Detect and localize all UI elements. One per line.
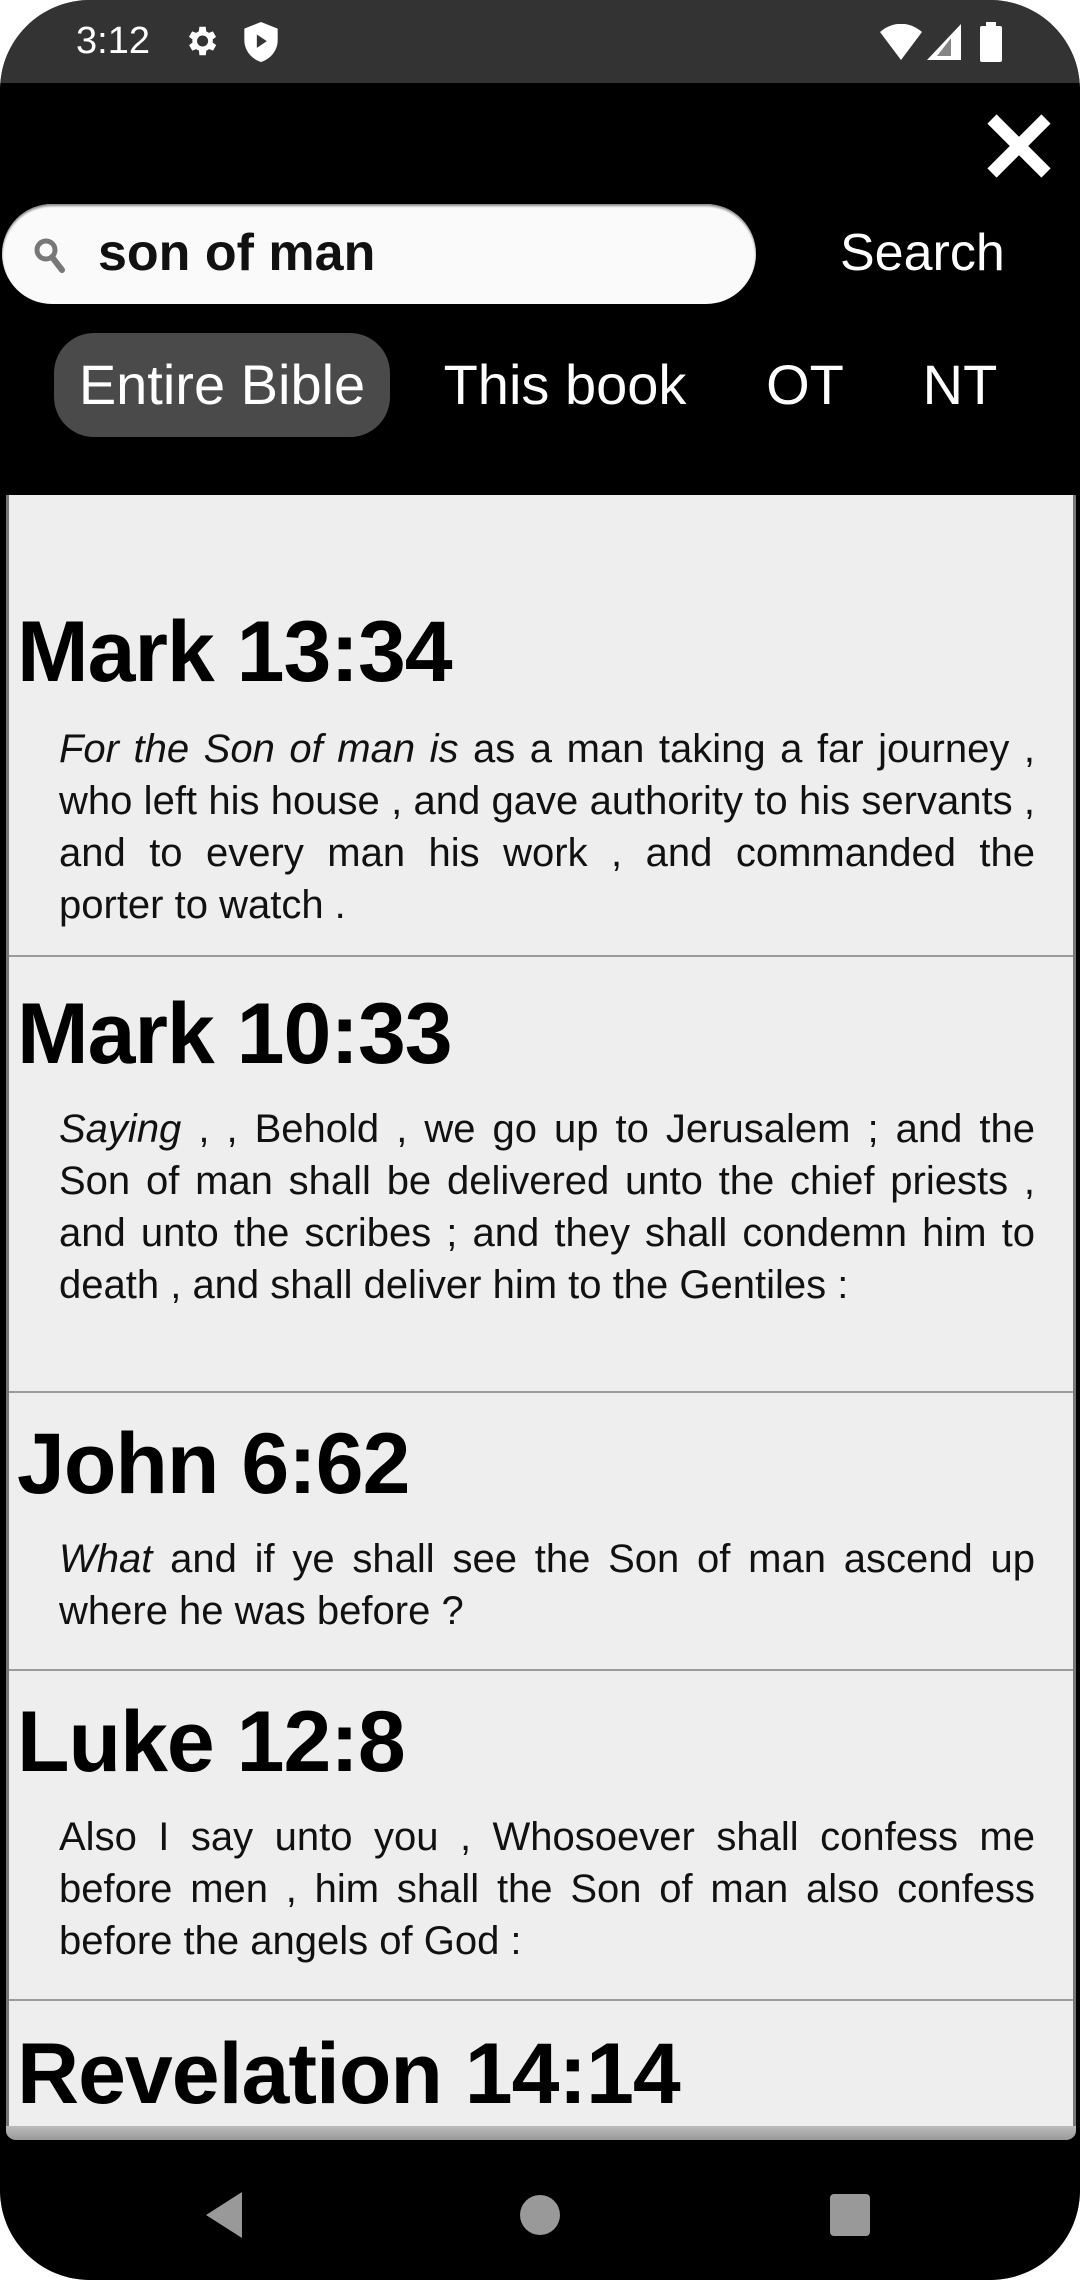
recents-icon[interactable] xyxy=(830,2194,870,2241)
scope-nt[interactable]: NT xyxy=(900,333,1020,437)
phone-screen: 3:12 Search Entire xyxy=(0,0,1080,2280)
status-bar: 3:12 xyxy=(0,0,1080,83)
search-field[interactable] xyxy=(2,204,756,304)
search-input[interactable] xyxy=(98,224,718,282)
verse-body: and if ye shall see the Son of man ascen… xyxy=(59,1537,1035,1633)
gear-icon xyxy=(182,22,220,65)
verse-italic-lead: What xyxy=(59,1537,153,1581)
verse-body: , , Behold , we go up to Jerusalem ; and… xyxy=(59,1107,1035,1307)
home-icon[interactable] xyxy=(519,2194,561,2241)
result-item[interactable]: Luke 12:8 Also I say unto you , Whosoeve… xyxy=(9,1671,1073,2001)
shield-play-icon xyxy=(244,22,278,67)
close-icon xyxy=(987,114,1051,178)
results-shadow xyxy=(6,2126,1076,2140)
scope-filter: Entire Bible This book OT NT xyxy=(0,333,1080,437)
result-item[interactable]: Mark 13:34 For the Son of man is as a ma… xyxy=(9,495,1073,957)
search-button[interactable]: Search xyxy=(840,223,1005,283)
verse-reference: Luke 12:8 xyxy=(17,1694,406,1790)
scope-this-book[interactable]: This book xyxy=(430,333,700,437)
search-icon xyxy=(32,236,68,281)
results-list[interactable]: Mark 13:34 For the Son of man is as a ma… xyxy=(6,495,1076,2139)
scope-entire-bible[interactable]: Entire Bible xyxy=(54,333,390,437)
verse-reference: Revelation 14:14 xyxy=(17,2026,681,2122)
verse-text: Saying , , Behold , we go up to Jerusale… xyxy=(59,1103,1035,1311)
back-icon[interactable] xyxy=(204,2192,244,2243)
verse-reference: Mark 10:33 xyxy=(17,986,453,1082)
battery-icon xyxy=(980,22,1002,67)
scope-ot[interactable]: OT xyxy=(750,333,860,437)
status-time: 3:12 xyxy=(76,20,150,62)
verse-body: Also I say unto you , Whosoever shall co… xyxy=(59,1815,1035,1963)
navigation-bar xyxy=(0,2140,1080,2280)
search-header: Search Entire Bible This book OT NT xyxy=(0,83,1080,495)
verse-text: For the Son of man is as a man taking a … xyxy=(59,723,1035,931)
verse-text: Also I say unto you , Whosoever shall co… xyxy=(59,1811,1035,1967)
verse-italic-lead: Saying xyxy=(59,1107,182,1151)
verse-italic-lead: For the Son of man is xyxy=(59,727,459,771)
close-button[interactable] xyxy=(984,111,1054,181)
verse-reference: Mark 13:34 xyxy=(17,604,453,700)
result-item[interactable]: John 6:62 What and if ye shall see the S… xyxy=(9,1393,1073,1671)
signal-icon xyxy=(927,24,961,65)
result-item[interactable]: Revelation 14:14 xyxy=(9,2001,1073,2139)
verse-text: What and if ye shall see the Son of man … xyxy=(59,1533,1035,1637)
verse-reference: John 6:62 xyxy=(17,1416,410,1512)
wifi-icon xyxy=(880,23,922,65)
result-item[interactable]: Mark 10:33 Saying , , Behold , we go up … xyxy=(9,957,1073,1393)
